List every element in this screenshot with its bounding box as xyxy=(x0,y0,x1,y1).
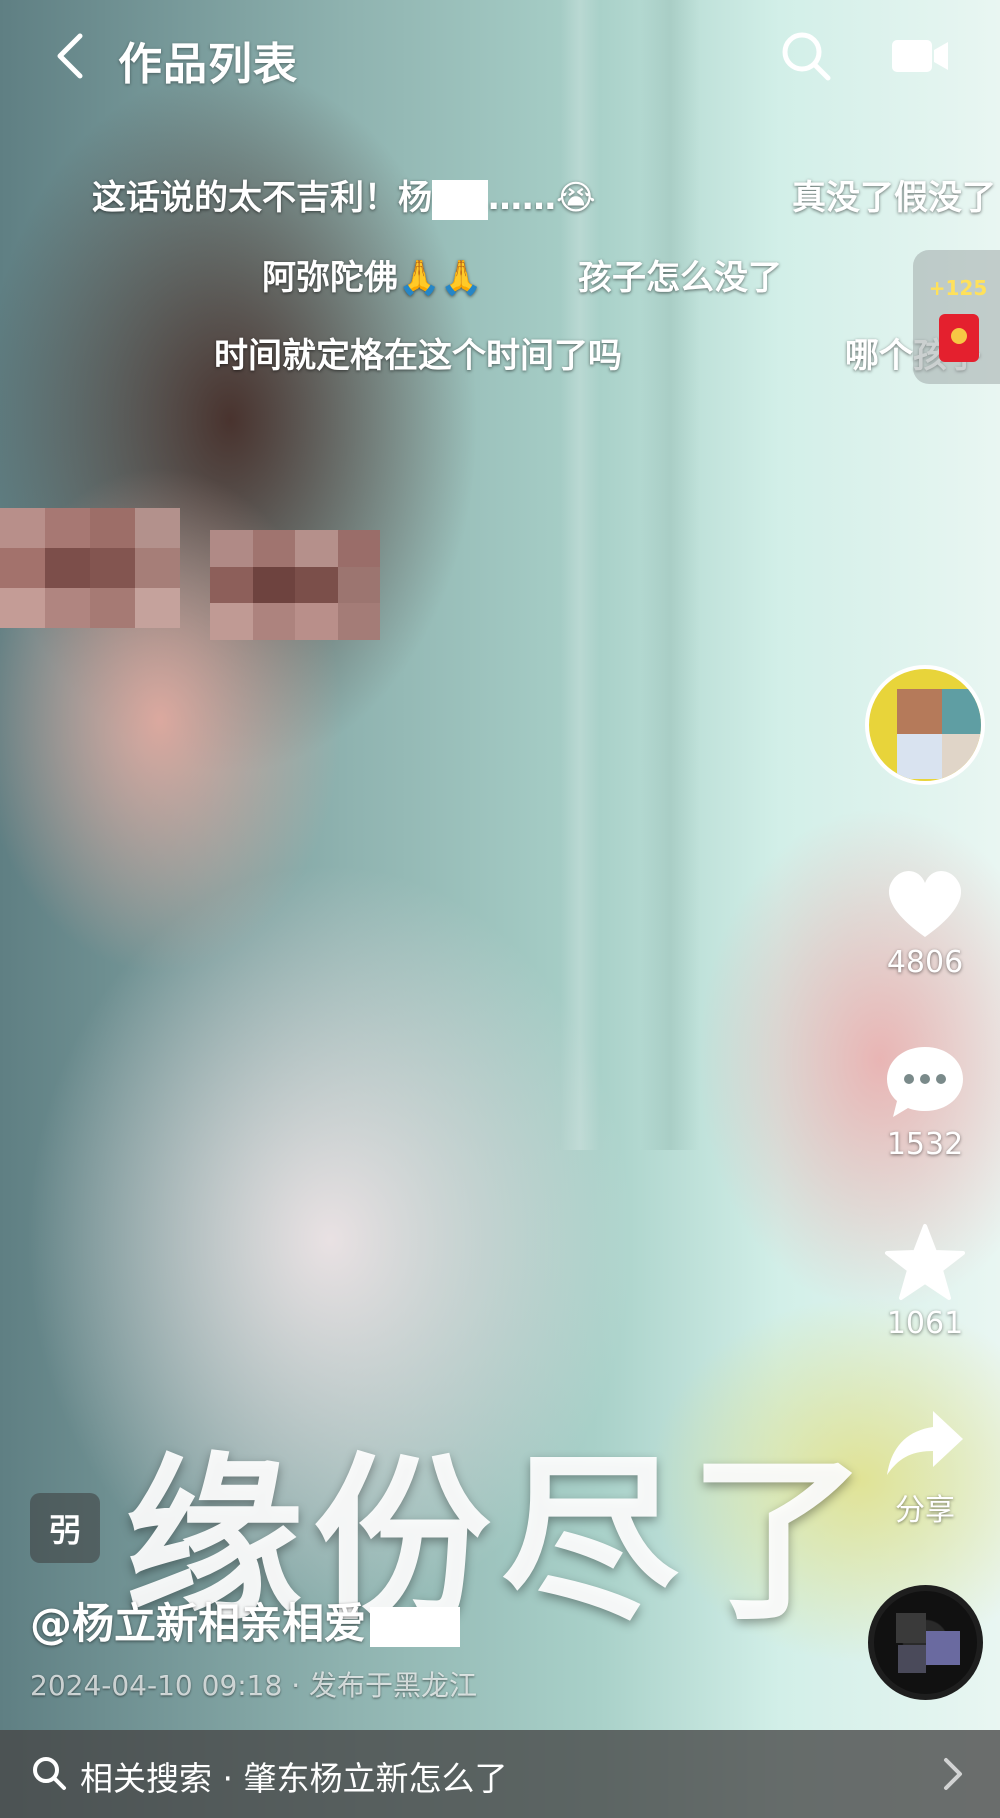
heart-icon xyxy=(888,871,962,937)
chevron-left-icon xyxy=(57,33,83,79)
post-date: 2024-04-10 09:18 xyxy=(30,1669,283,1702)
video-player[interactable]: 作品列表 这话说的太不吉利！杨 ……😭 真没了假没了 阿弥陀佛🙏🙏 孩子怎么没了 … xyxy=(0,0,1000,1818)
censor-block xyxy=(432,179,488,220)
author-name[interactable]: @杨立新相亲相爱 xyxy=(30,1590,461,1651)
danmaku-comment: 孩子怎么没了 xyxy=(578,258,782,298)
star-icon xyxy=(885,1224,965,1300)
share-label: 分享 xyxy=(895,1493,955,1528)
danmaku-comment: 时间就定格在这个时间了吗 xyxy=(214,336,622,376)
search-button[interactable] xyxy=(778,28,834,84)
chevron-right-icon xyxy=(944,1758,962,1790)
related-search-text: 相关搜索 · 肇东杨立新怎么了 xyxy=(80,1759,508,1798)
music-disc[interactable] xyxy=(868,1585,983,1700)
related-search-bar[interactable]: 相关搜索 · 肇东杨立新怎么了 xyxy=(0,1730,1000,1818)
back-button[interactable] xyxy=(50,30,90,82)
danmaku-comment: 这话说的太不吉利！杨 ……😭 xyxy=(92,178,596,220)
like-count: 4806 xyxy=(886,945,964,980)
top-bar: 作品列表 xyxy=(0,0,1000,112)
favorite-button[interactable]: 1061 xyxy=(880,1222,970,1341)
share-icon xyxy=(887,1411,963,1475)
search-icon xyxy=(782,32,831,81)
search-icon xyxy=(33,1757,66,1790)
danmaku-comment: 阿弥陀佛🙏🙏 xyxy=(262,258,483,298)
collection-tag[interactable]: 弜 xyxy=(30,1493,100,1563)
comment-icon xyxy=(887,1047,963,1117)
face-mosaic-left xyxy=(0,508,180,628)
comment-count: 1532 xyxy=(886,1127,964,1162)
censor-block xyxy=(370,1606,461,1647)
author-avatar[interactable] xyxy=(865,665,985,785)
comment-button[interactable]: 1532 xyxy=(880,1043,970,1162)
like-button[interactable]: 4806 xyxy=(880,865,970,980)
favorite-count: 1061 xyxy=(886,1306,964,1341)
page-title: 作品列表 xyxy=(118,39,298,90)
post-location: · 发布于黑龙江 xyxy=(291,1669,478,1702)
face-mosaic-right xyxy=(210,530,380,640)
post-meta: 2024-04-10 09:18 · 发布于黑龙江 xyxy=(30,1664,477,1704)
share-button[interactable]: 分享 xyxy=(880,1405,970,1529)
background-curtain xyxy=(640,0,700,1150)
